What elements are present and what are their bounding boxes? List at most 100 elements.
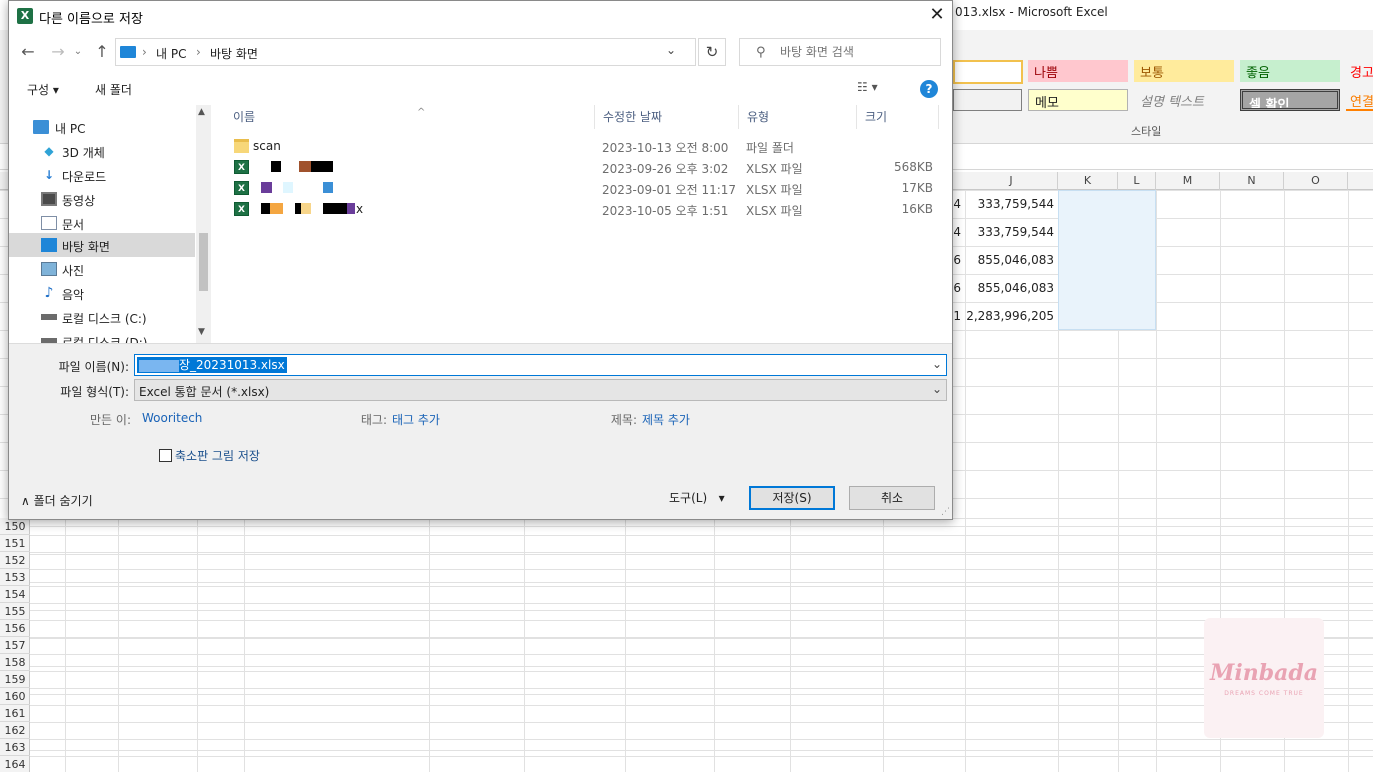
document-icon (41, 216, 57, 230)
close-button[interactable]: ✕ (922, 1, 952, 31)
save-thumbnail-checkbox[interactable] (159, 449, 172, 462)
row-header[interactable]: 159 (0, 671, 30, 688)
file-row[interactable]: X 2023-09-01 오전 11:17 XLSX 파일 17KB (213, 178, 952, 199)
nav-item-music[interactable]: ♪ 음악 (9, 281, 195, 305)
style-warning[interactable]: 경고 (1346, 60, 1373, 82)
recent-locations-button[interactable]: ⌄ (71, 41, 85, 63)
row-header[interactable]: 156 (0, 620, 30, 637)
filename-text: 장_20231013.xlsx (179, 358, 285, 372)
row-header[interactable]: 153 (0, 569, 30, 586)
column-name-label: 이름 (233, 110, 256, 124)
chevron-down-icon[interactable]: ▼ (198, 327, 205, 337)
nav-item-disk-c[interactable]: 로컬 디스크 (C:) (9, 305, 195, 329)
style-check-cell[interactable]: 셀 확인 (1240, 89, 1340, 111)
cell-value[interactable]: 333,759,544 (965, 190, 1058, 218)
row-header[interactable]: 162 (0, 722, 30, 739)
dialog-titlebar[interactable]: X 다른 이름으로 저장 ✕ (9, 1, 952, 31)
row-header[interactable]: 155 (0, 603, 30, 620)
column-header[interactable]: J (965, 172, 1058, 190)
nav-item-documents[interactable]: 문서 (9, 211, 195, 235)
column-date[interactable]: 수정한 날짜 (595, 105, 739, 129)
nav-item-downloads[interactable]: ↓ 다운로드 (9, 163, 195, 187)
row-header[interactable]: 150 (0, 518, 30, 535)
column-header[interactable]: M (1156, 172, 1220, 190)
help-button[interactable]: ? (920, 80, 938, 98)
column-header[interactable]: O (1284, 172, 1348, 190)
column-header[interactable]: K (1058, 172, 1118, 190)
column-name[interactable]: 이름 ^ (225, 105, 595, 129)
chevron-down-icon[interactable]: ⌄ (666, 43, 676, 57)
column-size[interactable]: 크기 (857, 105, 939, 129)
cell-grid-lower[interactable] (30, 518, 1373, 772)
style-calc-box[interactable] (953, 89, 1022, 111)
search-input[interactable] (780, 43, 935, 61)
chevron-up-icon[interactable]: ▲ (198, 107, 205, 117)
tags-value[interactable]: 태그 추가 (392, 411, 440, 428)
refresh-icon: ↻ (705, 43, 719, 61)
cell-value[interactable]: 2,283,996,205 (965, 302, 1058, 330)
nav-item-disk-d[interactable]: 로컬 디스크 (D:) (9, 329, 195, 343)
save-button[interactable]: 저장(S) (749, 486, 835, 510)
file-row[interactable]: scan 2023-10-13 오전 8:00 파일 폴더 (213, 136, 952, 157)
title-value[interactable]: 제목 추가 (642, 411, 690, 428)
cancel-button[interactable]: 취소 (849, 486, 935, 510)
column-type[interactable]: 유형 (739, 105, 857, 129)
breadcrumb-item[interactable]: 내 PC (156, 45, 186, 62)
nav-item-this-pc[interactable]: 내 PC (9, 115, 195, 139)
address-bar[interactable]: › 내 PC › 바탕 화면 ⌄ (115, 38, 696, 66)
scrollbar-thumb[interactable] (199, 233, 208, 291)
style-bad[interactable]: 나쁨 (1028, 60, 1128, 82)
filename-value: 장_20231013.xlsx (137, 357, 287, 373)
style-memo[interactable]: 메모 (1028, 89, 1128, 111)
file-date: 2023-10-05 오후 1:51 (602, 204, 729, 218)
file-row[interactable]: X 2023-09-26 오후 3:02 XLSX 파일 568KB (213, 157, 952, 178)
forward-button[interactable]: → (47, 41, 69, 63)
row-header[interactable]: 154 (0, 586, 30, 603)
style-explanatory[interactable]: 설명 텍스트 (1134, 89, 1234, 111)
tools-button[interactable]: 도구(L) ▾ (669, 489, 725, 506)
search-box[interactable]: ⚲ (739, 38, 941, 66)
new-folder-button[interactable]: 새 폴더 (95, 81, 132, 98)
view-options-button[interactable]: ☷ ▾ (857, 80, 878, 94)
cell-value[interactable]: 855,046,083 (965, 274, 1058, 302)
watermark-text: Minbada (1210, 660, 1318, 686)
organize-button[interactable]: 구성 ▾ (27, 81, 59, 98)
row-header[interactable]: 161 (0, 705, 30, 722)
row-header[interactable]: 157 (0, 637, 30, 654)
breadcrumb-item[interactable]: 바탕 화면 (210, 45, 258, 62)
cell-value[interactable]: 333,759,544 (965, 218, 1058, 246)
cell-value[interactable]: 855,046,083 (965, 246, 1058, 274)
filetype-select[interactable]: Excel 통합 문서 (*.xlsx) ⌄ (134, 379, 947, 401)
nav-item-pictures[interactable]: 사진 (9, 257, 195, 281)
filename-input[interactable]: 장_20231013.xlsx ⌄ (134, 354, 947, 376)
save-thumbnail-label[interactable]: 축소판 그림 저장 (175, 447, 260, 464)
refresh-button[interactable]: ↻ (698, 38, 726, 66)
style-normal-box[interactable] (953, 60, 1023, 84)
file-size: 17KB (901, 181, 933, 195)
up-button[interactable]: ↑ (91, 41, 113, 63)
style-neutral[interactable]: 보통 (1134, 60, 1234, 82)
style-good[interactable]: 좋음 (1240, 60, 1340, 82)
title-label: 제목: (610, 413, 637, 427)
chevron-down-icon[interactable]: ⌄ (932, 357, 942, 371)
row-header[interactable]: 152 (0, 552, 30, 569)
resize-grip-icon[interactable]: ⋰ (941, 507, 950, 517)
highlighted-range[interactable] (1058, 190, 1156, 330)
row-header[interactable]: 164 (0, 756, 30, 772)
column-header[interactable]: L (1118, 172, 1156, 190)
row-header[interactable]: 160 (0, 688, 30, 705)
nav-item-desktop[interactable]: 바탕 화면 (9, 233, 195, 257)
file-row[interactable]: X x 2023-10-05 오후 1:51 XLSX 파일 16KB (213, 199, 952, 220)
row-header[interactable]: 163 (0, 739, 30, 756)
style-linked[interactable]: 연결 (1346, 89, 1373, 111)
nav-item-videos[interactable]: 동영상 (9, 187, 195, 211)
row-header[interactable]: 158 (0, 654, 30, 671)
author-value[interactable]: Wooritech (142, 411, 202, 425)
nav-item-3d-objects[interactable]: ◆ 3D 개체 (9, 139, 195, 163)
nav-pane-scrollbar[interactable]: ▲ ▼ (196, 105, 211, 343)
column-header[interactable]: N (1220, 172, 1284, 190)
hide-folders-button[interactable]: ∧ 폴더 숨기기 (21, 492, 93, 509)
back-button[interactable]: ← (17, 41, 39, 63)
row-header[interactable]: 151 (0, 535, 30, 552)
tools-label: 도구(L) (669, 491, 708, 505)
